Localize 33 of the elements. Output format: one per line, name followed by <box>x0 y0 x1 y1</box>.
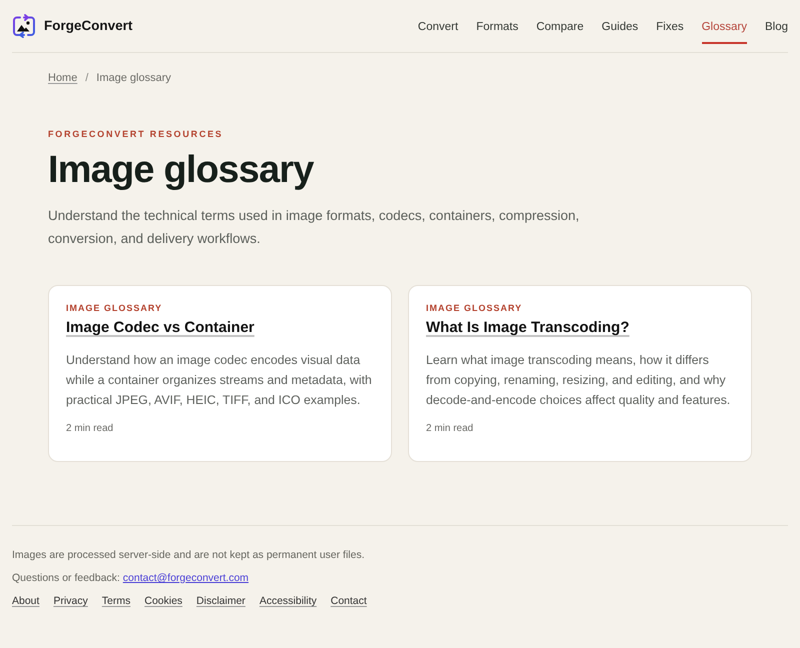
page-intro: Understand the technical terms used in image formats, codecs, containers, compression, conversion, and delivery workflows. <box>48 207 580 248</box>
breadcrumb-separator: / <box>85 71 88 86</box>
footer-link[interactable]: Terms <box>102 593 130 609</box>
footer-link[interactable]: Cookies <box>144 593 182 609</box>
card-eyebrow: IMAGE GLOSSARY <box>66 302 162 314</box>
footer-link[interactable]: Accessibility <box>259 593 317 609</box>
card-summary: Learn what image transcoding means, how it differs from copying, renaming, resizing, and editing, and why decode-and-encode choices affect quality and features. <box>426 352 732 409</box>
section-eyebrow: FORGECONVERT RESOURCES <box>48 128 224 140</box>
card-summary: Understand how an image codec encodes visual data while a container organizes streams and metadata, with practical JPEG, AVIF, HEIC, TIFF, and ICO examples. <box>66 352 373 409</box>
brand-name[interactable]: ForgeConvert <box>44 16 133 36</box>
nav-link[interactable]: Glossary <box>702 10 747 44</box>
nav-link[interactable]: Formats <box>476 10 518 44</box>
footer-link[interactable]: Disclaimer <box>196 593 246 609</box>
logo-icon <box>12 14 36 38</box>
nav-link[interactable]: Compare <box>536 10 584 44</box>
card-eyebrow: IMAGE GLOSSARY <box>426 302 522 314</box>
footer-notice: Images are processed server-side and are not kept as permanent user files. <box>12 548 365 563</box>
nav-link[interactable]: Convert <box>418 10 458 44</box>
nav-link[interactable]: Fixes <box>656 10 684 44</box>
nav-link[interactable]: Blog <box>764 10 788 44</box>
page-title: Image glossary <box>48 148 314 192</box>
breadcrumb-link[interactable]: Home <box>48 70 78 86</box>
card-title-link[interactable]: What Is Image Transcoding? <box>426 318 630 338</box>
read-time: 2 min read <box>426 422 474 436</box>
card-title-link[interactable]: Image Codec vs Container <box>66 318 254 338</box>
footer-link[interactable]: Privacy <box>53 593 88 609</box>
breadcrumb-current: Image glossary <box>96 71 171 86</box>
email-link[interactable]: contact@forgeconvert.com <box>122 572 249 584</box>
footer-link[interactable]: Contact <box>330 593 367 609</box>
footer-link[interactable]: About <box>12 593 40 609</box>
read-time: 2 min read <box>66 422 114 436</box>
contact-line: Questions or feedback: contact@forgeconvert.com <box>12 571 249 586</box>
nav-link[interactable]: Guides <box>602 10 638 44</box>
